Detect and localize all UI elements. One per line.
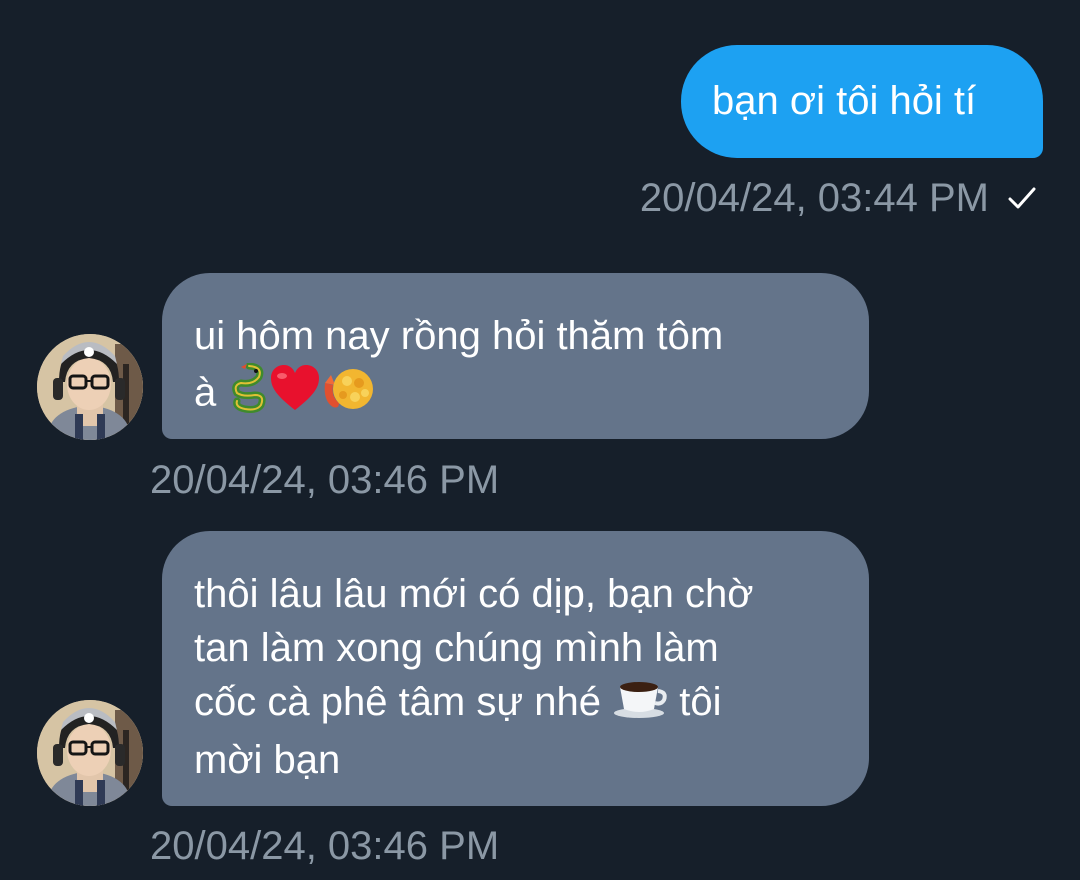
check-icon — [1007, 174, 1037, 222]
outgoing-message-bubble[interactable]: bạn ơi tôi hỏi tí — [681, 45, 1043, 158]
sender-avatar[interactable] — [37, 700, 143, 806]
red-heart-emoji — [269, 364, 321, 426]
emoji-row — [227, 362, 375, 427]
message-text: bạn ơi tôi hỏi tí — [712, 79, 977, 123]
message-timestamp: 20/04/24, 03:44 PM — [640, 174, 1037, 222]
dragon-emoji — [227, 362, 269, 427]
timestamp-text: 20/04/24, 03:44 PM — [639, 176, 989, 220]
message-timestamp: 20/04/24, 03:46 PM — [150, 824, 500, 868]
coffee-cup-emoji — [612, 675, 668, 733]
incoming-message-bubble[interactable]: ui hôm nay rồng hỏi thăm tôm à — [162, 273, 869, 439]
fried-shrimp-emoji — [321, 363, 375, 427]
message-timestamp: 20/04/24, 03:46 PM — [150, 458, 500, 502]
incoming-message-bubble[interactable]: thôi lâu lâu mới có dịp, bạn chờ tan làm… — [162, 531, 869, 806]
sender-avatar[interactable] — [37, 334, 143, 440]
